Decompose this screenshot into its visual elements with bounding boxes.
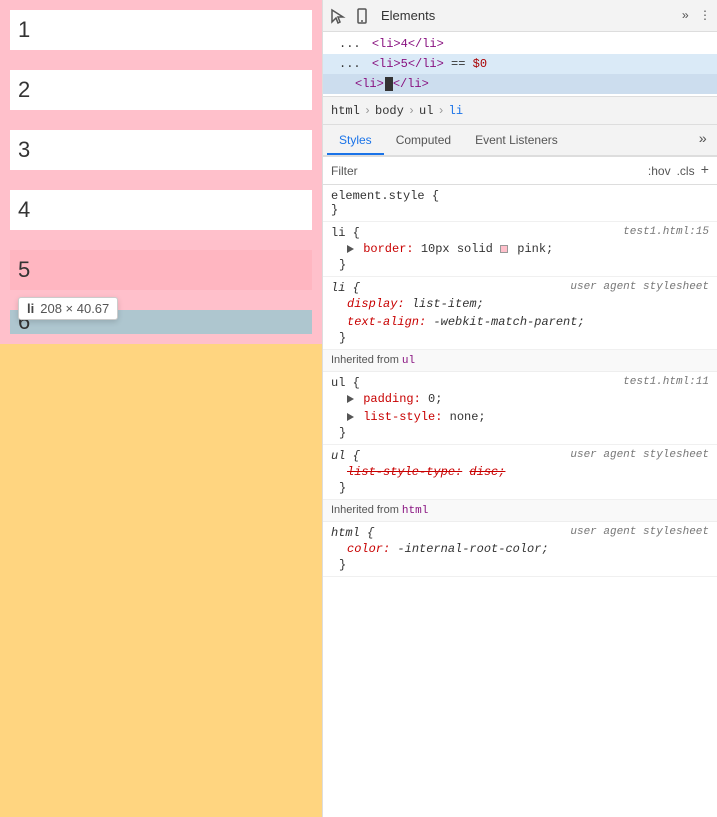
filter-add-button[interactable]: + bbox=[701, 163, 709, 179]
cursor-icon[interactable] bbox=[329, 7, 347, 25]
elem-tag-li5: <li>5</li> bbox=[372, 57, 444, 71]
style-block-ul-ua: ul { user agent stylesheet list-style-ty… bbox=[323, 445, 717, 500]
list-item-3: 3 bbox=[0, 120, 322, 180]
list-item-4: 4 bbox=[0, 180, 322, 240]
browser-preview: 1 2 3 4 5 li 208 × 40.67 6 bbox=[0, 0, 322, 817]
style-prop-border: border: 10px solid pink; bbox=[331, 240, 709, 258]
styles-content: element.style { } li { test1.html:15 bor… bbox=[323, 185, 717, 817]
devtools-panel-title: Elements bbox=[381, 8, 435, 23]
breadcrumb-ul[interactable]: ul bbox=[419, 104, 433, 118]
tab-event-listeners[interactable]: Event Listeners bbox=[463, 127, 570, 155]
inherited-from-ul: Inherited from ul bbox=[323, 350, 717, 372]
elem-tag-li4: <li>4</li> bbox=[372, 37, 444, 51]
style-close-brace: } bbox=[331, 203, 709, 217]
expand-arrow-icon[interactable] bbox=[347, 395, 354, 403]
tab-computed[interactable]: Computed bbox=[384, 127, 463, 155]
element-line-li4[interactable]: ... <li>4</li> bbox=[323, 34, 717, 54]
breadcrumb-li[interactable]: li bbox=[449, 104, 463, 118]
elements-tree: ... <li>4</li> ... <li>5</li> == $0 <li>… bbox=[323, 32, 717, 97]
item-label: 4 bbox=[18, 197, 30, 223]
filter-label: Filter bbox=[331, 164, 358, 178]
cursor-blink bbox=[385, 77, 393, 91]
expand-arrow-icon[interactable] bbox=[347, 245, 354, 253]
item-label: 5 bbox=[18, 257, 30, 283]
style-source-ul-ua: user agent stylesheet bbox=[570, 449, 709, 461]
list-item-2: 2 bbox=[0, 60, 322, 120]
element-line-li6[interactable]: <li></li> bbox=[323, 74, 717, 94]
elem-tag-li6: <li> bbox=[355, 77, 384, 91]
tooltip-tag: li bbox=[27, 301, 34, 316]
breadcrumb-html[interactable]: html bbox=[331, 104, 360, 118]
item-label: 1 bbox=[18, 17, 30, 43]
style-source-ul[interactable]: test1.html:11 bbox=[623, 376, 709, 388]
style-prop-text-align: text-align: -webkit-match-parent; bbox=[331, 313, 709, 331]
style-selector-ul: ul { test1.html:11 bbox=[331, 376, 709, 390]
breadcrumb-body[interactable]: body bbox=[375, 104, 404, 118]
style-close-brace: } bbox=[331, 258, 709, 272]
style-prop-list-style: list-style: none; bbox=[331, 408, 709, 426]
expand-arrow-icon[interactable] bbox=[347, 413, 354, 421]
devtools-menu-button[interactable]: ⋮ bbox=[699, 8, 711, 23]
color-swatch-pink[interactable] bbox=[500, 245, 508, 253]
filter-hov-button[interactable]: :hov bbox=[648, 164, 671, 178]
style-block-li-ua: li { user agent stylesheet display: list… bbox=[323, 277, 717, 350]
element-line-li5[interactable]: ... <li>5</li> == $0 bbox=[323, 54, 717, 74]
style-selector-li-ua: li { user agent stylesheet bbox=[331, 281, 709, 295]
devtools-panel: Elements » ⋮ ... <li>4</li> ... <li>5</l… bbox=[322, 0, 717, 817]
style-close-brace: } bbox=[331, 481, 709, 495]
list-item-1: 1 bbox=[0, 0, 322, 60]
style-source-ua: user agent stylesheet bbox=[570, 281, 709, 293]
inherited-tag-html[interactable]: html bbox=[402, 505, 428, 517]
inherited-tag-ul[interactable]: ul bbox=[402, 355, 415, 367]
elem-dollar-sign: $0 bbox=[473, 57, 487, 71]
style-source-li[interactable]: test1.html:15 bbox=[623, 226, 709, 238]
mobile-icon[interactable] bbox=[353, 7, 371, 25]
element-tooltip: li 208 × 40.67 bbox=[18, 297, 118, 320]
filter-bar: Filter :hov .cls + bbox=[323, 157, 717, 185]
style-selector-li: li { test1.html:15 bbox=[331, 226, 709, 240]
style-block-html-ua: html { user agent stylesheet color: -int… bbox=[323, 522, 717, 577]
style-prop-color: color: -internal-root-color; bbox=[331, 540, 709, 558]
style-block-li-border: li { test1.html:15 border: 10px solid pi… bbox=[323, 222, 717, 277]
item-label: 3 bbox=[18, 137, 30, 163]
style-prop-display: display: list-item; bbox=[331, 295, 709, 313]
style-prop-padding: padding: 0; bbox=[331, 390, 709, 408]
style-block-element: element.style { } bbox=[323, 185, 717, 222]
tab-styles[interactable]: Styles bbox=[327, 127, 384, 155]
style-close-brace: } bbox=[331, 558, 709, 572]
style-close-brace: } bbox=[331, 331, 709, 345]
item-label: 2 bbox=[18, 77, 30, 103]
tabs-more-button[interactable]: » bbox=[693, 132, 713, 148]
devtools-tabs: Styles Computed Event Listeners » bbox=[323, 125, 717, 157]
breadcrumb-bar: html › body › ul › li bbox=[323, 97, 717, 125]
style-close-brace: } bbox=[331, 426, 709, 440]
inherited-from-html: Inherited from html bbox=[323, 500, 717, 522]
devtools-more-button[interactable]: » bbox=[682, 9, 689, 23]
devtools-toolbar: Elements » ⋮ bbox=[323, 0, 717, 32]
tooltip-size: 208 × 40.67 bbox=[40, 301, 109, 316]
style-selector: element.style { bbox=[331, 189, 709, 203]
style-source-html-ua: user agent stylesheet bbox=[570, 526, 709, 538]
filter-cls-button[interactable]: .cls bbox=[677, 164, 695, 178]
style-selector-ul-ua: ul { user agent stylesheet bbox=[331, 449, 709, 463]
style-prop-list-style-type: list-style-type: disc; bbox=[331, 463, 709, 481]
style-selector-html-ua: html { user agent stylesheet bbox=[331, 526, 709, 540]
list-item-5: 5 li 208 × 40.67 bbox=[0, 240, 322, 300]
style-block-ul: ul { test1.html:11 padding: 0; list-styl… bbox=[323, 372, 717, 445]
